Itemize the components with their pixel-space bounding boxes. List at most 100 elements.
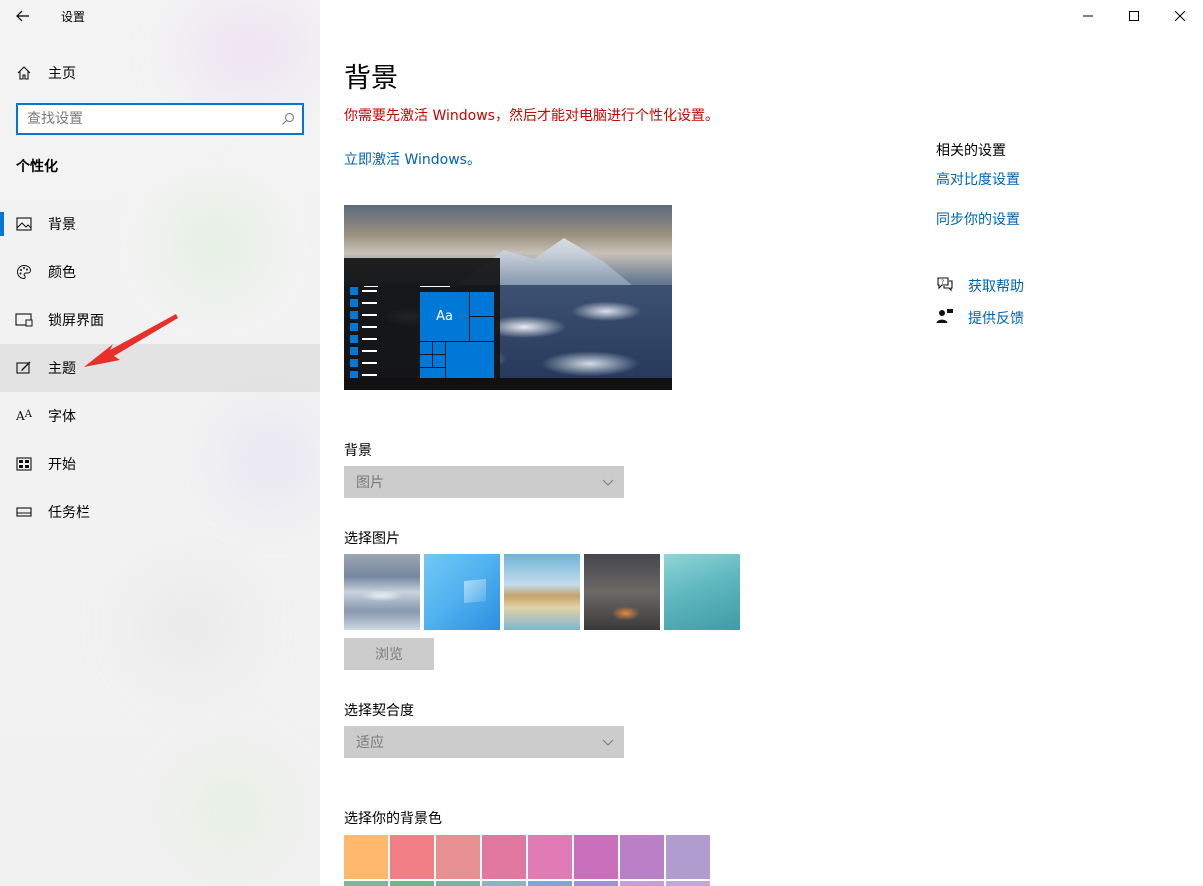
- background-type-value: 图片: [356, 475, 384, 491]
- taskbar-icon: [0, 507, 48, 517]
- picture-thumbnail[interactable]: [664, 554, 740, 630]
- choose-picture-label: 选择图片: [344, 531, 400, 547]
- color-swatch[interactable]: [620, 881, 664, 886]
- fit-value: 适应: [356, 735, 384, 751]
- background-type-label: 背景: [344, 443, 372, 459]
- picture-thumbnail[interactable]: [504, 554, 580, 630]
- sidebar-item-start[interactable]: 开始: [0, 440, 320, 488]
- color-swatch[interactable]: [482, 881, 526, 886]
- palette-icon: [0, 264, 48, 280]
- minimize-button[interactable]: [1065, 0, 1111, 32]
- sidebar-item-taskbar[interactable]: 任务栏: [0, 488, 320, 536]
- sidebar-item-label: 颜色: [48, 265, 76, 281]
- section-title: 个性化: [16, 159, 58, 175]
- preview-tile: [420, 368, 445, 378]
- maximize-icon: [1129, 11, 1139, 21]
- preview-tile: [446, 342, 494, 378]
- color-swatch[interactable]: [344, 835, 388, 879]
- browse-button[interactable]: 浏览: [344, 638, 434, 670]
- color-swatch[interactable]: [436, 835, 480, 879]
- sidebar-item-label: 背景: [48, 217, 76, 233]
- sidebar: 设置 主页 个性化 背景 颜色 锁屏界面: [0, 0, 320, 886]
- preview-tile: [470, 292, 494, 316]
- lock-screen-icon: [0, 313, 48, 327]
- font-icon: AA: [16, 409, 32, 423]
- main-content: 背景 你需要先激活 Windows，然后才能对电脑进行个性化设置。 立即激活 W…: [320, 0, 1203, 886]
- get-help-link[interactable]: ? 获取帮助: [936, 276, 1024, 296]
- color-swatch[interactable]: [390, 881, 434, 886]
- sync-settings-link[interactable]: 同步你的设置: [936, 209, 1020, 229]
- preview-tile: [420, 355, 432, 367]
- preview-tile-header: [420, 286, 450, 287]
- background-type-dropdown[interactable]: 图片: [344, 466, 624, 498]
- color-swatch[interactable]: [436, 881, 480, 886]
- sidebar-nav: 背景 颜色 锁屏界面 主题 AA 字体 开始 任务栏: [0, 200, 320, 536]
- svg-text:?: ?: [941, 279, 944, 286]
- feedback-person-icon: [936, 308, 968, 328]
- sidebar-item-colors[interactable]: 颜色: [0, 248, 320, 296]
- close-icon: [1175, 11, 1185, 21]
- search-icon[interactable]: [274, 112, 302, 126]
- maximize-button[interactable]: [1111, 0, 1157, 32]
- feedback-label: 提供反馈: [968, 311, 1024, 327]
- search-box[interactable]: [16, 103, 304, 135]
- color-swatch[interactable]: [574, 835, 618, 879]
- close-button[interactable]: [1157, 0, 1203, 32]
- picture-thumbnail[interactable]: [424, 554, 500, 630]
- preview-tile: [433, 355, 445, 367]
- picture-thumbnail[interactable]: [344, 554, 420, 630]
- start-icon: [0, 457, 48, 471]
- sidebar-item-fonts[interactable]: AA 字体: [0, 392, 320, 440]
- color-swatch[interactable]: [666, 835, 710, 879]
- sidebar-item-themes[interactable]: 主题: [0, 344, 320, 392]
- preview-tile: [470, 317, 494, 341]
- color-swatch[interactable]: [344, 881, 388, 886]
- chevron-down-icon: [602, 735, 614, 749]
- window-controls: [1065, 0, 1203, 32]
- preview-tile-aa: Aa: [420, 292, 469, 341]
- preview-taskbar: [344, 378, 672, 390]
- picture-thumbnail[interactable]: [584, 554, 660, 630]
- activation-warning: 你需要先激活 Windows，然后才能对电脑进行个性化设置。: [344, 108, 719, 124]
- preview-tile: [420, 342, 432, 354]
- page-title: 背景: [344, 63, 398, 94]
- back-button[interactable]: [0, 0, 46, 32]
- minimize-icon: [1083, 15, 1093, 17]
- preview-tile: [433, 342, 445, 354]
- activate-windows-link[interactable]: 立即激活 Windows。: [344, 149, 481, 169]
- titlebar-left: 设置: [0, 0, 320, 32]
- sidebar-item-label: 字体: [48, 409, 76, 425]
- search-input[interactable]: [18, 105, 274, 133]
- high-contrast-link[interactable]: 高对比度设置: [936, 169, 1020, 189]
- background-preview: Aa: [344, 205, 672, 390]
- related-settings: 相关的设置: [936, 140, 1006, 160]
- chevron-down-icon: [602, 475, 614, 489]
- sidebar-acrylic-blob: [180, 760, 280, 860]
- color-swatch[interactable]: [482, 835, 526, 879]
- sidebar-acrylic-blob: [140, 580, 240, 670]
- fit-label: 选择契合度: [344, 703, 414, 719]
- feedback-link[interactable]: 提供反馈: [936, 308, 1024, 328]
- sidebar-item-home[interactable]: 主页: [0, 56, 320, 90]
- color-swatch[interactable]: [528, 881, 572, 886]
- help-chat-icon: ?: [936, 276, 968, 296]
- sidebar-item-label: 任务栏: [48, 505, 90, 521]
- color-swatch[interactable]: [574, 881, 618, 886]
- sidebar-item-label: 开始: [48, 457, 76, 473]
- color-swatch[interactable]: [528, 835, 572, 879]
- sidebar-item-lock-screen[interactable]: 锁屏界面: [0, 296, 320, 344]
- brush-icon: [0, 361, 48, 375]
- back-arrow-icon: [16, 10, 29, 22]
- color-swatches: [344, 835, 710, 886]
- color-swatch[interactable]: [620, 835, 664, 879]
- color-swatch[interactable]: [390, 835, 434, 879]
- preview-app-list: [350, 286, 377, 382]
- fit-dropdown[interactable]: 适应: [344, 726, 624, 758]
- sidebar-item-background[interactable]: 背景: [0, 200, 320, 248]
- picture-thumbnails: [344, 554, 740, 630]
- related-settings-title: 相关的设置: [936, 143, 1006, 159]
- color-swatch[interactable]: [666, 881, 710, 886]
- app-title: 设置: [61, 9, 86, 24]
- picture-icon: [0, 217, 48, 231]
- sidebar-item-label: 主题: [48, 361, 76, 377]
